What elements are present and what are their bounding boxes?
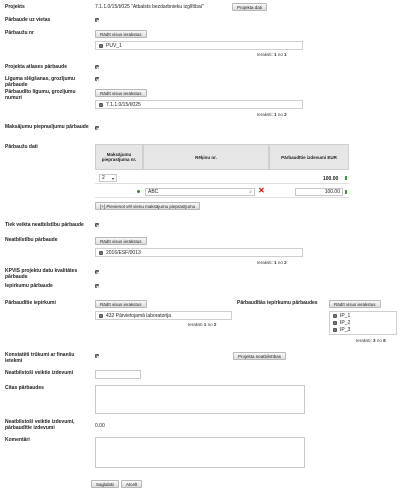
iepirkumu-parbaudes-count: Ieraksti: 3 no 8 [356,338,386,343]
chevron-down-icon: ▾ [111,176,114,181]
list-item[interactable]: 2016/ESF/0013 [99,250,141,256]
list-item-label: IP_1 [340,313,351,319]
citas-parbaudes-textarea[interactable] [95,385,305,414]
row-status-icon [137,190,140,193]
kpvis-checkbox[interactable] [95,270,99,274]
neatbilstosi-parbauditie-label: Neatbilstoši veiktie izdevumi, pārbaudīt… [5,419,75,431]
list-item-checkbox[interactable] [99,251,103,255]
parbauzu-nr-label: Pārbaužu nr [5,30,34,36]
select-value: 2 [102,175,105,181]
iepirkumu-parbaudes-label: Pārbaudītās iepirkumu pārbaudes [237,300,318,306]
summa-value: 100.00 [324,189,340,195]
iepirkumi-show-all-button[interactable]: Rādīt visus ierakstus [95,300,147,308]
maksajumu-select[interactable]: 2 ▾ [99,174,117,182]
save-button[interactable]: Saglabāt [91,480,119,488]
iepirkumi-list: 432 Pārvietojamā laboratorija [95,311,232,320]
col-header-maksajumu: Maksājumu pieprasījuma nr. [95,144,143,170]
iepirkumu-parbaude-checkbox[interactable] [95,284,99,288]
list-item-label: PUV_1 [106,43,122,49]
projekta-atlases-checkbox[interactable] [95,65,99,69]
add-payment-request-button[interactable]: [+] Pievienot vēl vienu maksājumu piepra… [95,202,201,210]
iepirkumu-parbaudes-show-all-button[interactable]: Rādīt visus ierakstus [329,300,381,308]
parbauditie-iepirkumi-label: Pārbaudītie iepirkumi [5,300,56,306]
list-item-label: IP_3 [340,327,351,333]
status-indicator [345,190,347,194]
kpvis-label: KPVIS projektu datu kvalitātes pārbaude [5,268,78,280]
tiek-veikta-checkbox[interactable] [95,223,99,227]
parbauzu-nr-list: PUV_1 [95,41,303,50]
list-item-label: 2016/ESF/0013 [106,250,141,256]
maksajumu-pieprasijumu-checkbox[interactable] [95,126,99,130]
projekts-label: Projekts [5,4,25,10]
iepirkumi-count: Ieraksti 1 no 2 [188,322,217,327]
neatbilstibu-show-all-button[interactable]: Rādīt visus ierakstus [95,237,147,245]
list-item[interactable]: IP_2 [333,320,350,326]
parbaude-uz-vietas-checkbox[interactable] [95,18,99,22]
list-item-checkbox[interactable] [333,314,337,318]
list-item-checkbox[interactable] [333,328,337,332]
list-item-checkbox[interactable] [99,44,103,48]
summa-input[interactable]: 100.00 [295,188,343,196]
citas-parbaudes-label: Citas pārbaudes [5,385,44,391]
table-row [95,172,349,184]
list-item-checkbox[interactable] [99,103,103,107]
tiek-veikta-label: Tiek veikta neatbilstību pārbaude [5,222,84,228]
total-value: 100.00 [323,176,339,182]
rekina-input[interactable]: ABC ⌕ [145,188,255,196]
list-item[interactable]: 432 Pārvietojamā laboratorija [99,313,171,319]
list-item-checkbox[interactable] [333,321,337,325]
list-item-label: IP_2 [340,320,351,326]
list-item[interactable]: IP_3 [333,327,350,333]
projekta-atlases-label: Projekta atlases pārbaude [5,64,67,70]
liguma-slegsanas-checkbox[interactable] [95,77,99,81]
neatbilstibu-parbaude-label: Neatbilstību pārbaude [5,237,58,243]
rekina-value: ABC [148,189,159,195]
parbauzu-dati-label: Pārbaužu dati [5,144,38,150]
col-header-rekinu: Rēķinu nr. [143,144,269,170]
parbaudito-ligumu-show-all-button[interactable]: Rādīt visus ierakstus [95,89,147,97]
parbaudito-ligumu-list: 7.1.1.0/15/I/025 [95,100,303,109]
list-item[interactable]: IP_1 [333,313,350,319]
liguma-slegsanas-label: Līguma slēgšanas, grozījumu pārbaude [5,76,76,88]
delete-icon[interactable]: ✕ [258,186,265,195]
parbaudito-ligumu-label: Pārbaudīto līgumu, grozījumu numuri [5,89,76,101]
iepirkumu-parbaude-label: Iepirkumu pārbaude [5,283,53,289]
neatbilstibu-list: 2016/ESF/0013 [95,248,303,257]
list-item-checkbox[interactable] [99,314,103,318]
parbauzu-nr-show-all-button[interactable]: Rādīt visus ierakstus [95,30,147,38]
projekts-value: 7.1.1.0/15/I/025 "Atbalsts bezdarbnieku … [95,4,204,10]
maksajumu-pieprasijumu-label: Maksājumu pieprasījumu pārbaude [5,124,89,130]
list-item-label: 432 Pārvietojamā laboratorija [106,313,172,319]
col-header-izdevumi: Pārbaudītie izdevumi EUR [269,144,349,170]
projekta-dati-button[interactable]: Projekta dati [232,3,268,11]
search-icon[interactable]: ⌕ [249,189,252,196]
parbaude-uz-vietas-label: Pārbaude uz vietas [5,17,51,23]
iepirkumu-parbaudes-list: IP_1 IP_2 IP_3 [329,311,397,335]
parbauzu-nr-count: Ieraksti: 1 no 1 [257,52,287,57]
komentari-label: Komentāri [5,437,30,443]
projekta-neatbilstibas-button[interactable]: Projekta neatbilstības [233,352,287,360]
konstateti-checkbox[interactable] [95,354,99,358]
neatbilstosi-parbauditie-value: 0.00 [95,423,105,429]
komentari-textarea[interactable] [95,437,305,468]
list-item[interactable]: 7.1.1.0/15/I/025 [99,102,141,108]
neatbilstosi-input[interactable] [95,370,141,379]
neatbilstosi-label: Neatbilstoši veiktie izdevumi [5,370,74,376]
list-item-label: 7.1.1.0/15/I/025 [106,102,141,108]
cancel-button[interactable]: Atcelt [121,480,143,488]
status-indicator [345,176,347,180]
list-item[interactable]: PUV_1 [99,43,122,49]
neatbilstibu-count: Ieraksti: 1 no 2 [257,260,287,265]
parbaudito-ligumu-count: Ieraksti: 1 no 2 [257,112,287,117]
konstateti-label: Konstatēti trūkumi ar finanšu ietekmi [5,352,75,364]
